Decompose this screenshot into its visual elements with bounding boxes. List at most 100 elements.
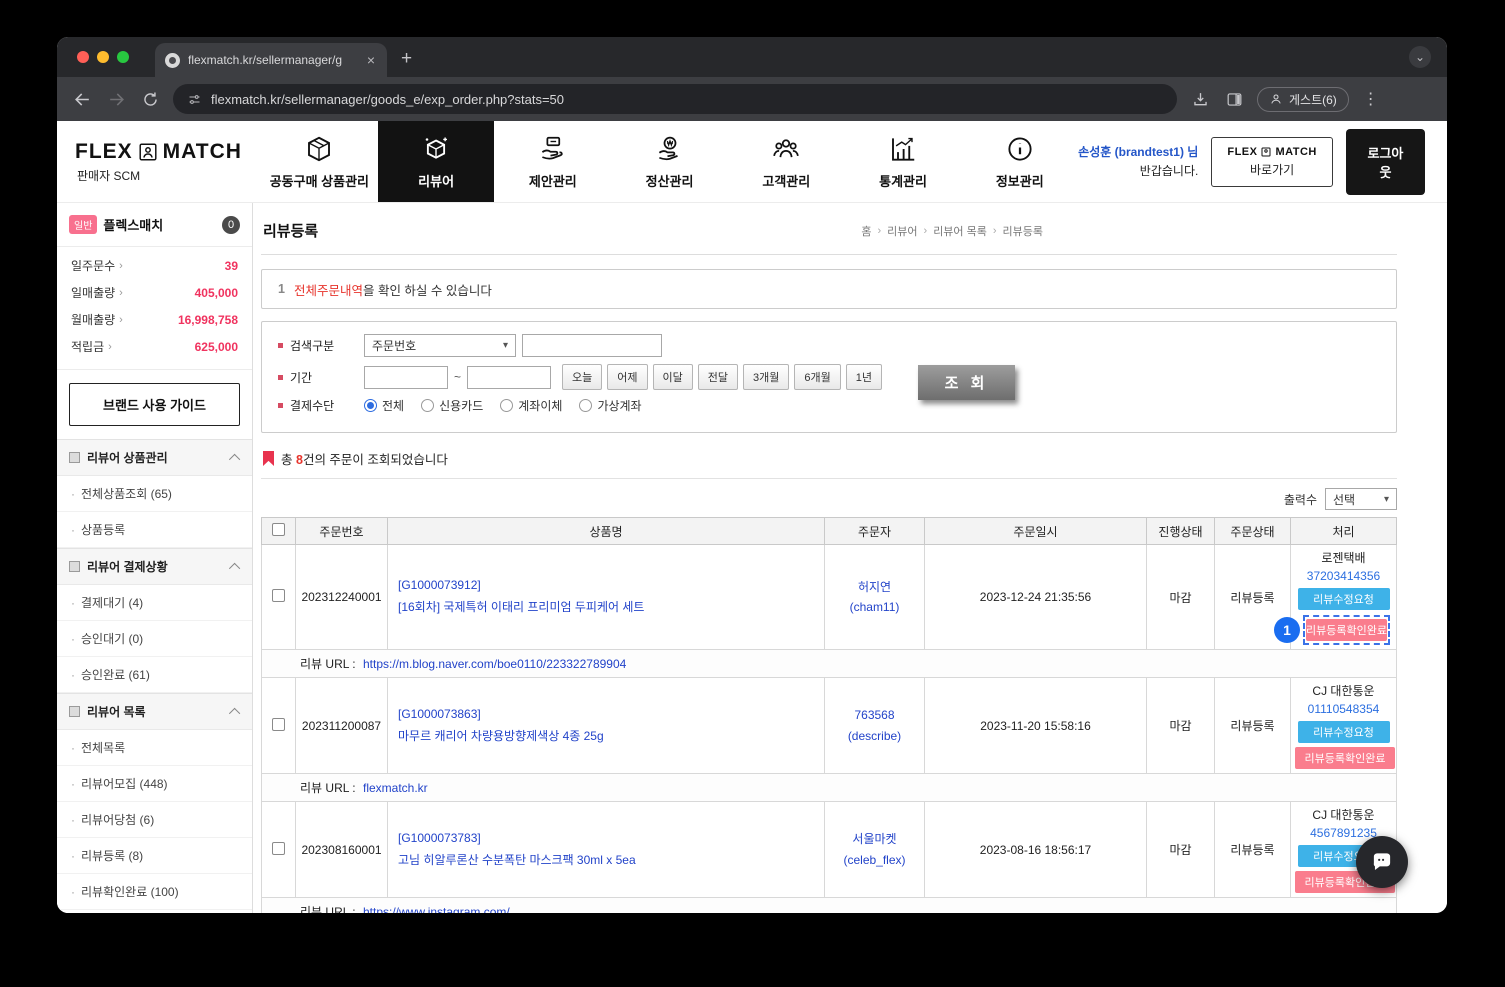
quick-6months-button[interactable]: 6개월 xyxy=(794,364,840,390)
review-url-label: 리뷰 URL : xyxy=(300,781,356,795)
sidebar-item-all-list[interactable]: ·전체목록 xyxy=(57,730,252,766)
sidebar-item-register-product[interactable]: ·상품등록 xyxy=(57,512,252,548)
stat-reward-points[interactable]: 적립금 › 625,000 xyxy=(57,333,252,360)
review-url-link[interactable]: https://www.instagram.com/ xyxy=(363,905,510,913)
annotation-badge: 1 xyxy=(1274,617,1300,643)
radio-payment-transfer[interactable]: 계좌이체 xyxy=(500,397,562,414)
close-window-button[interactable] xyxy=(77,51,89,63)
sidebar-item-cancel[interactable]: ·취소 xyxy=(57,910,252,913)
chat-fab-button[interactable] xyxy=(1356,836,1408,888)
info-icon xyxy=(1005,134,1035,164)
nav-item-reviewer[interactable]: 리뷰어 xyxy=(378,121,495,202)
orderer-link[interactable]: 763568 (describe) xyxy=(829,705,920,746)
review-edit-request-button[interactable]: 리뷰수정요청 xyxy=(1298,721,1390,743)
zoom-window-button[interactable] xyxy=(117,51,129,63)
chevron-down-icon: ▾ xyxy=(1384,494,1389,505)
orderer-link[interactable]: 허지연 (cham11) xyxy=(829,577,920,618)
review-url-link[interactable]: https://m.blog.naver.com/boe0110/2233227… xyxy=(363,657,626,671)
quick-3months-button[interactable]: 3개월 xyxy=(743,364,789,390)
stat-daily-sales[interactable]: 일매출량 › 405,000 xyxy=(57,279,252,306)
sidebar-section-payment-status[interactable]: 리뷰어 결제상황 xyxy=(57,548,252,585)
nav-item-label: 정산관리 xyxy=(646,171,694,190)
stat-daily-orders[interactable]: 일주문수 › 39 xyxy=(57,252,252,279)
split-view-icon[interactable] xyxy=(1223,88,1245,110)
nav-item-information[interactable]: 정보관리 xyxy=(961,121,1078,202)
product-link[interactable]: [G1000073912] [16회차] 국제특허 이태리 프리미엄 두피케어 … xyxy=(398,575,820,618)
review-confirm-complete-button[interactable]: 리뷰등록확인완료 xyxy=(1295,747,1395,769)
radio-payment-all[interactable]: 전체 xyxy=(364,397,404,414)
browser-menu-icon[interactable]: ⋮ xyxy=(1361,89,1381,109)
orderer-link[interactable]: 서울마켓 (celeb_flex) xyxy=(829,829,920,870)
breadcrumb-home[interactable]: 홈 xyxy=(861,223,871,239)
browser-profile-button[interactable]: 게스트(6) xyxy=(1257,87,1349,112)
period-end-input[interactable] xyxy=(467,366,551,389)
address-bar[interactable]: flexmatch.kr/sellermanager/goods_e/exp_o… xyxy=(173,84,1177,114)
tab-list-chevron-icon[interactable]: ⌄ xyxy=(1409,46,1431,68)
sidebar-item-all-products[interactable]: ·전체상품조회 (65) xyxy=(57,476,252,512)
search-type-label: 검색구분 xyxy=(290,337,334,354)
forward-icon[interactable] xyxy=(105,88,127,110)
tracking-number[interactable]: 01110548354 xyxy=(1295,700,1392,718)
brand-guide-button[interactable]: 브랜드 사용 가이드 xyxy=(69,383,240,426)
tab-close-icon[interactable]: × xyxy=(365,52,377,68)
back-icon[interactable] xyxy=(71,88,93,110)
tracking-number[interactable]: 37203414356 xyxy=(1295,567,1392,585)
quick-yesterday-button[interactable]: 어제 xyxy=(607,364,647,390)
browser-tab[interactable]: flexmatch.kr/sellermanager/g × xyxy=(155,43,387,77)
site-logo[interactable]: FLEX MATCH 판매자 SCM xyxy=(75,121,261,202)
logout-button[interactable]: 로그아웃 xyxy=(1346,129,1425,195)
product-link[interactable]: [G1000073783] 고님 히알루론산 수분폭탄 마스크팩 30ml x … xyxy=(398,828,820,871)
nav-item-proposals[interactable]: 제안관리 xyxy=(494,121,611,202)
orders-table: 주문번호 상품명 주문자 주문일시 진행상태 주문상태 처리 xyxy=(261,517,1397,913)
browser-url-bar: flexmatch.kr/sellermanager/goods_e/exp_o… xyxy=(57,77,1447,121)
sidebar-item-review-registered[interactable]: ·리뷰등록 (8) xyxy=(57,838,252,874)
order-date: 2023-11-20 15:58:16 xyxy=(925,678,1147,774)
sidebar-item-approval-pending[interactable]: ·승인대기 (0) xyxy=(57,621,252,657)
product-link[interactable]: [G1000073863] 마무르 캐리어 차량용방향제색상 4종 25g xyxy=(398,704,820,747)
sidebar-item-reviewer-recruit[interactable]: ·리뷰어모집 (448) xyxy=(57,766,252,802)
sidebar-item-review-confirmed[interactable]: ·리뷰확인완료 (100) xyxy=(57,874,252,910)
nav-item-statistics[interactable]: 통계관리 xyxy=(845,121,962,202)
radio-payment-virtual[interactable]: 가상계좌 xyxy=(579,397,641,414)
review-confirm-complete-button[interactable]: 리뷰등록확인완료 xyxy=(1306,619,1387,641)
stat-monthly-sales[interactable]: 월매출량 › 16,998,758 xyxy=(57,306,252,333)
sidebar-section-reviewer-list[interactable]: 리뷰어 목록 xyxy=(57,693,252,730)
search-type-select[interactable]: 주문번호 ▾ xyxy=(364,334,516,357)
reload-icon[interactable] xyxy=(139,88,161,110)
radio-payment-card[interactable]: 신용카드 xyxy=(421,397,483,414)
brand-name: 플렉스매치 xyxy=(103,215,163,234)
flexmatch-shortcut-button[interactable]: FLEX MATCH 바로가기 xyxy=(1211,137,1333,187)
select-all-checkbox[interactable] xyxy=(272,523,285,536)
review-url-link[interactable]: flexmatch.kr xyxy=(363,781,428,795)
period-start-input[interactable] xyxy=(364,366,448,389)
row-checkbox[interactable] xyxy=(272,842,285,855)
sidebar-item-reviewer-selected[interactable]: ·리뷰어당첨 (6) xyxy=(57,802,252,838)
nav-item-customers[interactable]: 고객관리 xyxy=(728,121,845,202)
search-keyword-input[interactable] xyxy=(522,334,662,357)
search-submit-button[interactable]: 조 회 xyxy=(918,365,1015,400)
nav-item-label: 리뷰어 xyxy=(418,171,454,190)
nav-item-group-purchase[interactable]: 공동구매 상품관리 xyxy=(261,121,378,202)
review-url-label: 리뷰 URL : xyxy=(300,657,356,671)
quick-1year-button[interactable]: 1년 xyxy=(846,364,882,390)
row-checkbox[interactable] xyxy=(272,718,285,731)
new-tab-button[interactable]: + xyxy=(401,48,412,70)
minimize-window-button[interactable] xyxy=(97,51,109,63)
notification-count-badge[interactable]: 0 xyxy=(222,216,240,234)
breadcrumb-reviewer[interactable]: 리뷰어 xyxy=(887,223,917,239)
row-checkbox[interactable] xyxy=(272,589,285,602)
sidebar-item-payment-pending[interactable]: ·결제대기 (4) xyxy=(57,585,252,621)
quick-today-button[interactable]: 오늘 xyxy=(562,364,602,390)
quick-this-month-button[interactable]: 이달 xyxy=(653,364,693,390)
output-count-select[interactable]: 선택 ▾ xyxy=(1325,488,1397,510)
top-navigation: FLEX MATCH 판매자 SCM 공동구매 상품관리 리뷰어 제안관 xyxy=(57,121,1447,203)
sidebar-item-approval-complete[interactable]: ·승인완료 (61) xyxy=(57,657,252,693)
sidebar-section-product-mgmt[interactable]: 리뷰어 상품관리 xyxy=(57,439,252,476)
quick-last-month-button[interactable]: 전달 xyxy=(698,364,738,390)
breadcrumb-reviewer-list[interactable]: 리뷰어 목록 xyxy=(933,223,987,239)
download-icon[interactable] xyxy=(1189,88,1211,110)
notice-number: 1 xyxy=(278,282,285,296)
nav-item-settlement[interactable]: 정산관리 xyxy=(611,121,728,202)
review-edit-request-button[interactable]: 리뷰수정요청 xyxy=(1298,588,1390,610)
bullet-icon xyxy=(278,403,283,408)
